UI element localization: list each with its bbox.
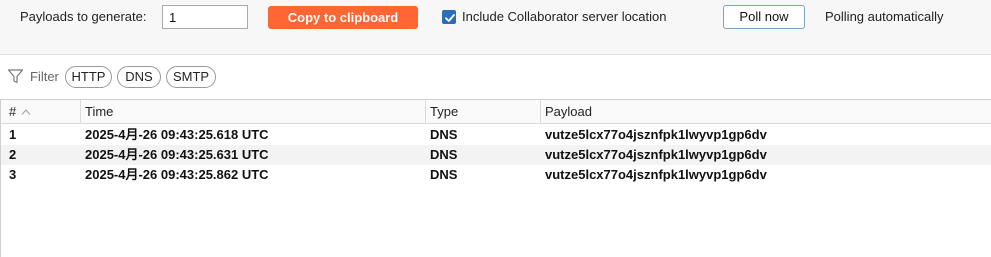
column-header-type[interactable]: Type [426, 100, 541, 124]
include-location-label[interactable]: Include Collaborator server location [462, 10, 667, 24]
cell-number: 1 [9, 127, 17, 142]
cell-number: 3 [9, 167, 17, 182]
include-location-checkbox[interactable] [442, 10, 456, 24]
filter-chip-smtp[interactable]: SMTP [166, 66, 216, 88]
cell-type: DNS [430, 167, 458, 182]
cell-time: 2025-4月-26 09:43:25.631 UTC [85, 147, 269, 162]
payloads-label: Payloads to generate: [20, 9, 147, 24]
column-header-time[interactable]: Time [81, 100, 426, 124]
polling-status: Polling automatically [825, 9, 944, 24]
filter-chip-dns[interactable]: DNS [117, 66, 161, 88]
cell-payload: vutze5lcx77o4jsznfpk1lwyvp1gp6dv [545, 167, 767, 182]
table-row[interactable]: 1 2025-4月-26 09:43:25.618 UTC DNS vutze5… [1, 125, 991, 145]
column-header-number[interactable]: # [1, 100, 81, 124]
copy-to-clipboard-button[interactable]: Copy to clipboard [268, 6, 418, 29]
table-row[interactable]: 2 2025-4月-26 09:43:25.631 UTC DNS vutze5… [1, 145, 991, 165]
interactions-table: # Time Type Payload 1 2025-4月-26 09:43:2… [0, 99, 991, 257]
cell-type: DNS [430, 147, 458, 162]
collaborator-panel: Payloads to generate: Copy to clipboard … [0, 0, 991, 257]
funnel-icon[interactable] [7, 68, 24, 88]
column-header-number-label: # [9, 104, 17, 119]
column-header-payload[interactable]: Payload [541, 100, 991, 124]
filter-chip-http[interactable]: HTTP [65, 66, 112, 88]
table-body: 1 2025-4月-26 09:43:25.618 UTC DNS vutze5… [1, 125, 991, 185]
cell-type: DNS [430, 127, 458, 142]
checkmark-icon [445, 14, 455, 22]
cell-payload: vutze5lcx77o4jsznfpk1lwyvp1gp6dv [545, 147, 767, 162]
poll-now-button[interactable]: Poll now [723, 5, 805, 29]
table-header: # Time Type Payload [1, 100, 991, 124]
toolbar: Payloads to generate: Copy to clipboard … [0, 0, 991, 55]
cell-payload: vutze5lcx77o4jsznfpk1lwyvp1gp6dv [545, 127, 767, 142]
filter-label[interactable]: Filter [30, 70, 59, 84]
cell-time: 2025-4月-26 09:43:25.862 UTC [85, 167, 269, 182]
payloads-count-input[interactable] [162, 5, 248, 29]
cell-number: 2 [9, 147, 17, 162]
cell-time: 2025-4月-26 09:43:25.618 UTC [85, 127, 269, 142]
chevron-up-icon [21, 109, 31, 115]
table-row[interactable]: 3 2025-4月-26 09:43:25.862 UTC DNS vutze5… [1, 165, 991, 185]
